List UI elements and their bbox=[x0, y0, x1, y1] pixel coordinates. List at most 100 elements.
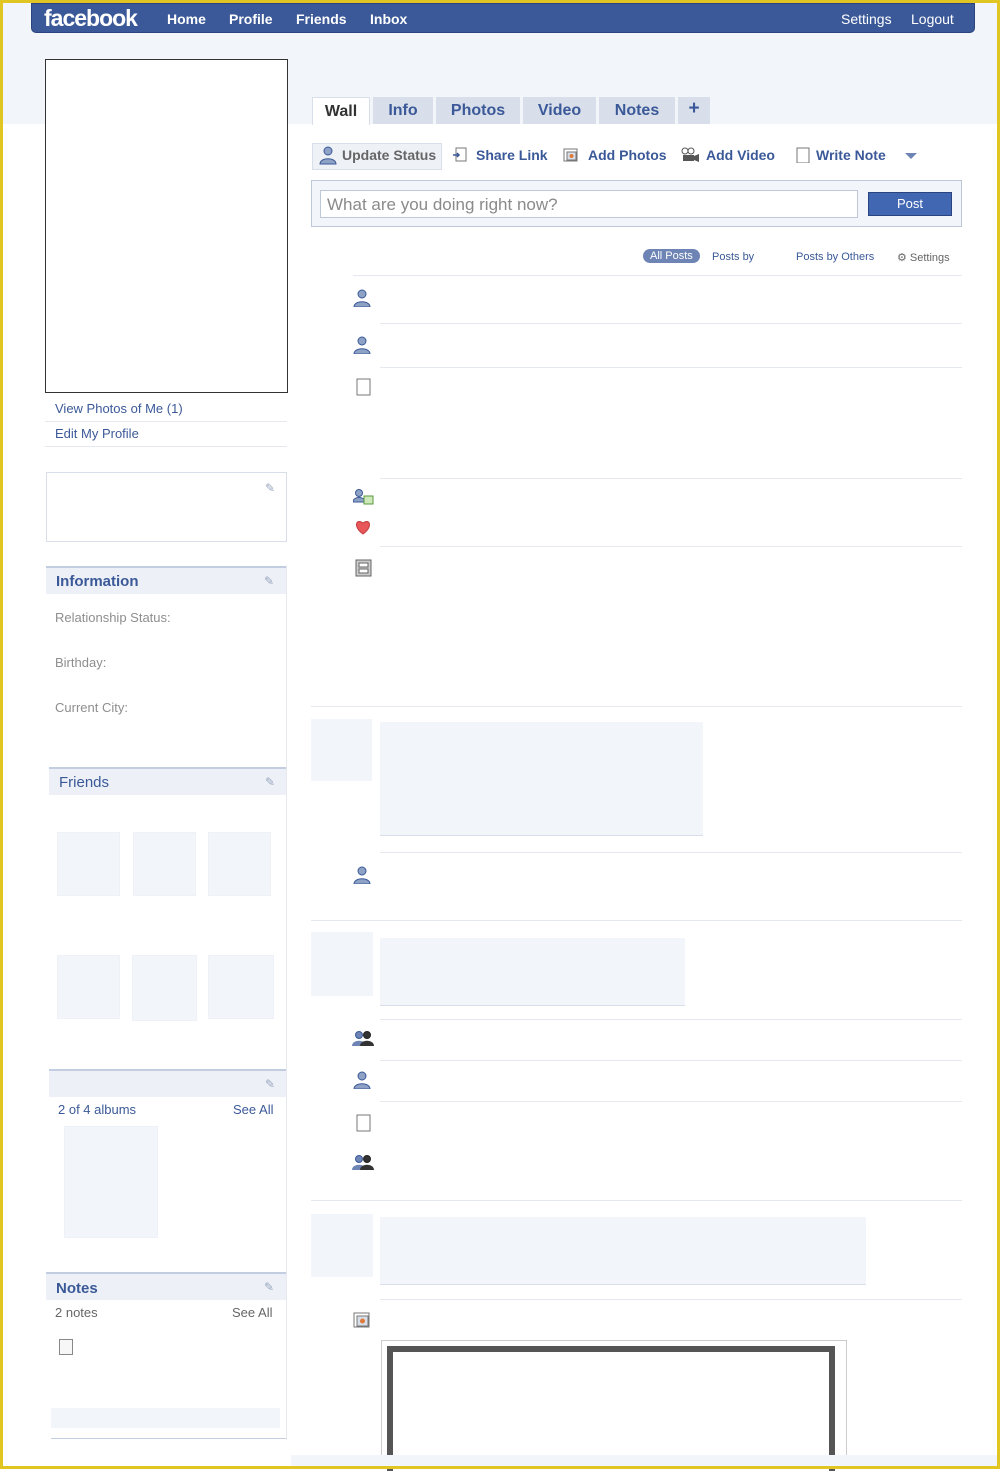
feed-divider bbox=[380, 478, 962, 479]
friend-thumbnail[interactable] bbox=[57, 955, 120, 1019]
write-note-action[interactable]: Write Note bbox=[816, 147, 886, 163]
footer-strip bbox=[291, 1455, 997, 1466]
photo-image bbox=[387, 1346, 835, 1471]
edit-pencil-icon[interactable]: ✎ bbox=[264, 574, 274, 588]
friend-thumbnail[interactable] bbox=[133, 832, 196, 896]
add-video-icon bbox=[681, 147, 699, 162]
albums-count[interactable]: 2 of 4 albums bbox=[58, 1102, 136, 1117]
profile-picture[interactable] bbox=[45, 59, 288, 393]
avatar-placeholder[interactable] bbox=[311, 719, 372, 781]
feed-divider bbox=[380, 323, 962, 324]
share-link-icon bbox=[453, 147, 467, 162]
bio-box[interactable]: ✎ bbox=[46, 472, 287, 542]
filter-posts-by[interactable]: Posts by bbox=[712, 251, 754, 263]
status-input[interactable]: What are you doing right now? bbox=[320, 190, 858, 218]
update-status-label[interactable]: Update Status bbox=[342, 147, 436, 163]
tab-wall[interactable]: Wall bbox=[312, 97, 370, 125]
albums-see-all[interactable]: See All bbox=[233, 1102, 273, 1117]
person-icon bbox=[353, 336, 371, 354]
tab-photos[interactable]: Photos bbox=[436, 97, 520, 124]
divider bbox=[45, 446, 287, 447]
notes-see-all[interactable]: See All bbox=[232, 1305, 272, 1320]
person-icon bbox=[353, 1071, 371, 1089]
filter-all-posts[interactable]: All Posts bbox=[643, 249, 700, 263]
filter-posts-by-others[interactable]: Posts by Others bbox=[796, 251, 874, 263]
notes-header: Notes ✎ bbox=[46, 1272, 286, 1300]
add-photos-action[interactable]: Add Photos bbox=[588, 147, 667, 163]
friend-thumbnail[interactable] bbox=[208, 955, 274, 1019]
note-icon bbox=[356, 378, 371, 396]
nav-logout[interactable]: Logout bbox=[911, 11, 954, 27]
photo-attachment[interactable] bbox=[381, 1340, 847, 1471]
current-city-label: Current City: bbox=[55, 700, 128, 715]
feed-divider bbox=[380, 852, 962, 853]
person-icon bbox=[319, 146, 337, 165]
notes-count[interactable]: 2 notes bbox=[55, 1305, 98, 1320]
information-title: Information bbox=[56, 573, 139, 590]
nav-home[interactable]: Home bbox=[167, 11, 206, 27]
post-content-placeholder bbox=[380, 1217, 866, 1285]
nav-inbox[interactable]: Inbox bbox=[370, 11, 407, 27]
friend-thumbnail[interactable] bbox=[132, 955, 197, 1021]
tab-notes[interactable]: Notes bbox=[599, 97, 675, 124]
feed-divider bbox=[311, 920, 962, 921]
group-icon bbox=[352, 1031, 374, 1046]
avatar-placeholder[interactable] bbox=[311, 1214, 373, 1277]
edit-pencil-icon[interactable]: ✎ bbox=[265, 775, 275, 789]
album-thumbnail[interactable] bbox=[64, 1126, 158, 1238]
feed-divider bbox=[311, 706, 962, 707]
nav-settings[interactable]: Settings bbox=[841, 11, 892, 27]
feed-divider bbox=[380, 1299, 962, 1300]
birthday-label: Birthday: bbox=[55, 655, 107, 670]
feed-divider bbox=[380, 1019, 962, 1020]
add-video-action[interactable]: Add Video bbox=[706, 147, 775, 163]
photos-header: ✎ bbox=[49, 1069, 286, 1097]
person-icon bbox=[353, 289, 371, 307]
nav-friends[interactable]: Friends bbox=[296, 11, 347, 27]
write-note-icon bbox=[796, 147, 810, 163]
relationship-label: Relationship Status: bbox=[55, 610, 171, 625]
heart-icon bbox=[356, 520, 370, 535]
feed-divider bbox=[380, 1060, 962, 1061]
tab-video[interactable]: Video bbox=[523, 97, 596, 124]
edit-pencil-icon[interactable]: ✎ bbox=[265, 1077, 275, 1091]
friend-thumbnail[interactable] bbox=[57, 832, 120, 896]
nav-profile[interactable]: Profile bbox=[229, 11, 273, 27]
post-content-placeholder bbox=[380, 722, 703, 836]
share-link-action[interactable]: Share Link bbox=[476, 147, 548, 163]
friend-thumbnail[interactable] bbox=[208, 832, 271, 896]
group-icon bbox=[352, 1155, 374, 1170]
divider bbox=[45, 421, 287, 422]
facebook-logo[interactable]: facebook bbox=[44, 5, 138, 32]
feed-divider bbox=[380, 546, 962, 547]
feed-divider bbox=[353, 275, 962, 276]
information-header: Information ✎ bbox=[46, 566, 286, 594]
top-navigation-bar: facebook Home Profile Friends Inbox Sett… bbox=[31, 3, 975, 33]
edit-pencil-icon[interactable]: ✎ bbox=[265, 481, 275, 495]
feed-divider bbox=[380, 367, 962, 368]
filter-settings[interactable]: ⚙ Settings bbox=[897, 251, 950, 264]
film-icon bbox=[355, 559, 372, 577]
photo-icon bbox=[353, 1312, 370, 1328]
chevron-down-icon[interactable] bbox=[904, 152, 918, 160]
person-icon bbox=[353, 866, 371, 884]
filter-settings-label: Settings bbox=[909, 252, 950, 264]
avatar-placeholder[interactable] bbox=[311, 932, 373, 996]
tab-info[interactable]: Info bbox=[373, 97, 433, 124]
note-icon bbox=[356, 1114, 371, 1132]
friends-header: Friends ✎ bbox=[49, 767, 286, 795]
feed-divider bbox=[311, 1200, 962, 1201]
friends-connect-icon bbox=[353, 489, 374, 505]
add-tab-button[interactable]: + bbox=[678, 97, 710, 124]
edit-profile-link[interactable]: Edit My Profile bbox=[55, 426, 139, 441]
status-composer: What are you doing right now? Post bbox=[311, 180, 962, 227]
friends-title: Friends bbox=[59, 774, 110, 791]
note-placeholder bbox=[51, 1408, 280, 1428]
note-icon bbox=[59, 1339, 73, 1355]
post-button[interactable]: Post bbox=[868, 192, 952, 216]
edit-pencil-icon[interactable]: ✎ bbox=[264, 1280, 274, 1294]
add-photos-icon bbox=[563, 148, 578, 162]
view-photos-link[interactable]: View Photos of Me (1) bbox=[55, 401, 183, 416]
post-content-placeholder bbox=[380, 938, 685, 1006]
notes-title: Notes bbox=[56, 1280, 98, 1297]
